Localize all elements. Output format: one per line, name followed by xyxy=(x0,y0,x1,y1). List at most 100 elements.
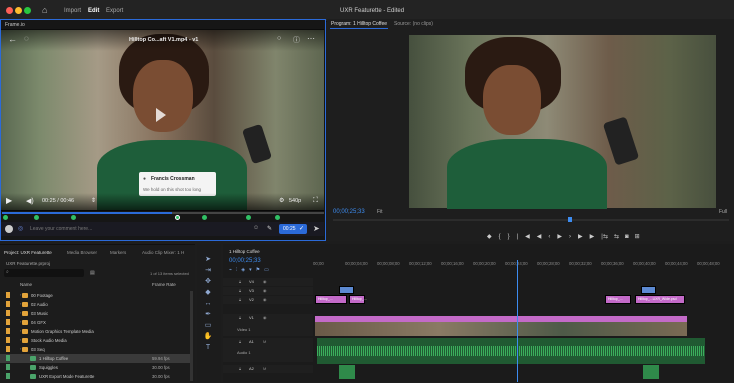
tab-program[interactable]: Program: 1 Hilltop Coffee xyxy=(331,21,387,27)
a2-clip[interactable] xyxy=(643,365,659,379)
lock-icon[interactable]: 🔒︎ xyxy=(239,288,241,293)
track-header[interactable]: 🔒︎ A2 M xyxy=(223,365,313,373)
timeline-tab[interactable]: 1 Hilltop Coffee xyxy=(229,249,260,254)
export-frame-icons[interactable]: ⇆⇆◙⊞ xyxy=(603,233,646,240)
comment-marker-active[interactable] xyxy=(175,215,180,220)
fit-select[interactable]: Fit xyxy=(377,209,383,215)
track-select-tool-icon[interactable]: ⇥ xyxy=(203,267,213,275)
eye-icon[interactable]: ◉ xyxy=(263,288,267,293)
type-tool-icon[interactable]: T xyxy=(203,344,213,352)
zoom-window-button[interactable] xyxy=(24,7,31,14)
tab-audio-clip-mixer[interactable]: Audio Clip Mixer: 1 H xyxy=(142,250,184,255)
slip-tool-icon[interactable]: ↔ xyxy=(203,300,213,308)
timeline-ruler[interactable]: 00;00 00;00;04;00 00;00;08;00 00;00;12;00 00… xyxy=(313,260,734,272)
transport-controls[interactable]: ◆{}|◀◀‹▶›▶▶| xyxy=(487,233,610,240)
quality-label[interactable]: 540p xyxy=(289,198,301,204)
play-overlay-icon[interactable] xyxy=(156,108,166,122)
eye-icon[interactable]: ◉ xyxy=(263,279,267,284)
comment-marker[interactable] xyxy=(71,215,76,220)
eye-icon[interactable]: ◉ xyxy=(263,315,267,320)
comment-marker[interactable] xyxy=(3,215,8,220)
scrub-bar[interactable] xyxy=(2,212,324,214)
minimize-window-button[interactable] xyxy=(15,7,22,14)
brush-icon[interactable]: ✎ xyxy=(267,225,272,232)
tab-source[interactable]: Source: (no clips) xyxy=(394,21,433,27)
comment-time-toggle[interactable]: 00:25 ✓ xyxy=(279,224,307,234)
project-list-item[interactable]: › 03 Music xyxy=(0,309,190,318)
project-list-item[interactable]: 1 Hilltop Coffee 59.94 fps xyxy=(0,354,190,363)
v2-clip[interactable]: Hilltop_... xyxy=(315,295,347,304)
tab-media-browser[interactable]: Media Browser xyxy=(67,250,97,255)
project-list-item[interactable]: › 00 Footage xyxy=(0,291,190,300)
v2-clip[interactable]: Hilltop_... xyxy=(349,295,367,304)
timeline-timecode[interactable]: 00;00;25;33 xyxy=(229,258,261,264)
graphic-clip[interactable] xyxy=(641,286,656,294)
track-header[interactable]: 🔒︎ V1 ◉ xyxy=(223,314,313,336)
v1-clips[interactable] xyxy=(315,322,687,336)
a2-clip[interactable] xyxy=(339,365,355,379)
close-window-button[interactable] xyxy=(6,7,13,14)
pen-tool-icon[interactable]: ✒ xyxy=(203,311,213,319)
razor-tool-icon[interactable]: ◆ xyxy=(203,289,213,297)
project-list-item[interactable]: › 02 Audio xyxy=(0,300,190,309)
hand-tool-icon[interactable]: ✋ xyxy=(203,333,213,341)
mute-icon[interactable]: M xyxy=(263,339,266,344)
project-search-input[interactable]: ⌕ xyxy=(4,269,84,277)
menu-import[interactable]: Import xyxy=(64,8,81,14)
track-header[interactable]: 🔒︎ V3 ◉ xyxy=(223,287,313,295)
timeline-playhead[interactable] xyxy=(517,260,518,382)
more-icon[interactable]: ⋯ xyxy=(307,34,315,43)
comment-input[interactable]: Leave your comment here... xyxy=(30,226,92,232)
project-list-item[interactable]: › Motion Graphics Template Media xyxy=(0,327,190,336)
circle-icon[interactable]: ○ xyxy=(277,35,281,42)
lock-icon[interactable]: 🔒︎ xyxy=(239,297,241,302)
stepper-icon[interactable]: ⇕ xyxy=(91,197,96,204)
column-name[interactable]: Name xyxy=(20,282,32,287)
lock-icon[interactable]: 🔒︎ xyxy=(239,366,241,371)
comment-marker[interactable] xyxy=(202,215,207,220)
home-icon[interactable]: ⌂ xyxy=(42,5,47,15)
lock-icon[interactable]: 🔒︎ xyxy=(239,315,241,320)
fullscreen-icon[interactable]: ⛶ xyxy=(313,197,318,205)
program-scrub-bar[interactable] xyxy=(333,219,729,221)
program-playhead[interactable] xyxy=(568,217,572,222)
tab-project[interactable]: Project: UXR Featurette xyxy=(4,250,52,255)
menu-edit[interactable]: Edit xyxy=(88,8,99,14)
eye-icon[interactable]: ◉ xyxy=(263,297,267,302)
back-arrow-icon[interactable]: ← xyxy=(8,34,17,44)
project-list-item[interactable]: › 04 GFX xyxy=(0,318,190,327)
v2-clip[interactable]: Hilltop_...UXR_Wide.psd xyxy=(635,295,685,304)
timeline-tool-icons[interactable]: ⌁⫶◈▾⚑▭ xyxy=(229,267,273,273)
project-list-item[interactable]: Squiggles 30.00 fps xyxy=(0,363,190,372)
project-scrollbar[interactable] xyxy=(190,291,193,381)
comment-marker[interactable] xyxy=(34,215,39,220)
a1-audio-clip[interactable] xyxy=(317,338,705,364)
graphic-clip[interactable] xyxy=(339,286,354,294)
project-list-item[interactable]: UXR Export Mode Featurette 30.00 fps xyxy=(0,372,190,381)
ripple-edit-tool-icon[interactable]: ✥ xyxy=(203,278,213,286)
send-icon[interactable]: ➤ xyxy=(313,224,320,233)
resolution-select[interactable]: Full xyxy=(719,209,727,215)
frameio-timecode[interactable]: 00:25 / 00:46 xyxy=(42,198,74,204)
play-icon[interactable]: ▶ xyxy=(6,196,12,205)
tab-markers[interactable]: Markers xyxy=(110,250,126,255)
comment-bubble-icon[interactable]: ◌ xyxy=(24,34,29,43)
clip-title[interactable]: Hilltop Co...aft V1.mp4 - v1 xyxy=(129,37,198,43)
new-bin-icon[interactable]: ▤ xyxy=(90,270,95,276)
lock-icon[interactable]: 🔒︎ xyxy=(239,279,241,284)
comment-marker[interactable] xyxy=(246,215,251,220)
column-frame-rate[interactable]: Frame Rate xyxy=(152,282,176,287)
program-timecode[interactable]: 00;00;25;33 xyxy=(333,209,365,215)
mute-icon[interactable]: M xyxy=(263,366,266,371)
volume-icon[interactable]: ◀) xyxy=(26,197,34,205)
project-list-item[interactable]: › Stock Audio Media xyxy=(0,336,190,345)
track-header[interactable]: 🔒︎ V2 ◉ xyxy=(223,296,313,304)
comment-marker[interactable] xyxy=(275,215,280,220)
track-header[interactable]: 🔒︎ V4 ◉ xyxy=(223,278,313,286)
at-icon[interactable]: ◎ xyxy=(18,225,23,232)
v2-clip[interactable]: Hilltop_... xyxy=(605,295,631,304)
menu-export[interactable]: Export xyxy=(106,8,123,14)
gear-icon[interactable]: ⚙ xyxy=(279,197,284,204)
selection-tool-icon[interactable]: ➤ xyxy=(203,256,213,264)
attach-icon[interactable]: ☺ xyxy=(253,225,259,231)
